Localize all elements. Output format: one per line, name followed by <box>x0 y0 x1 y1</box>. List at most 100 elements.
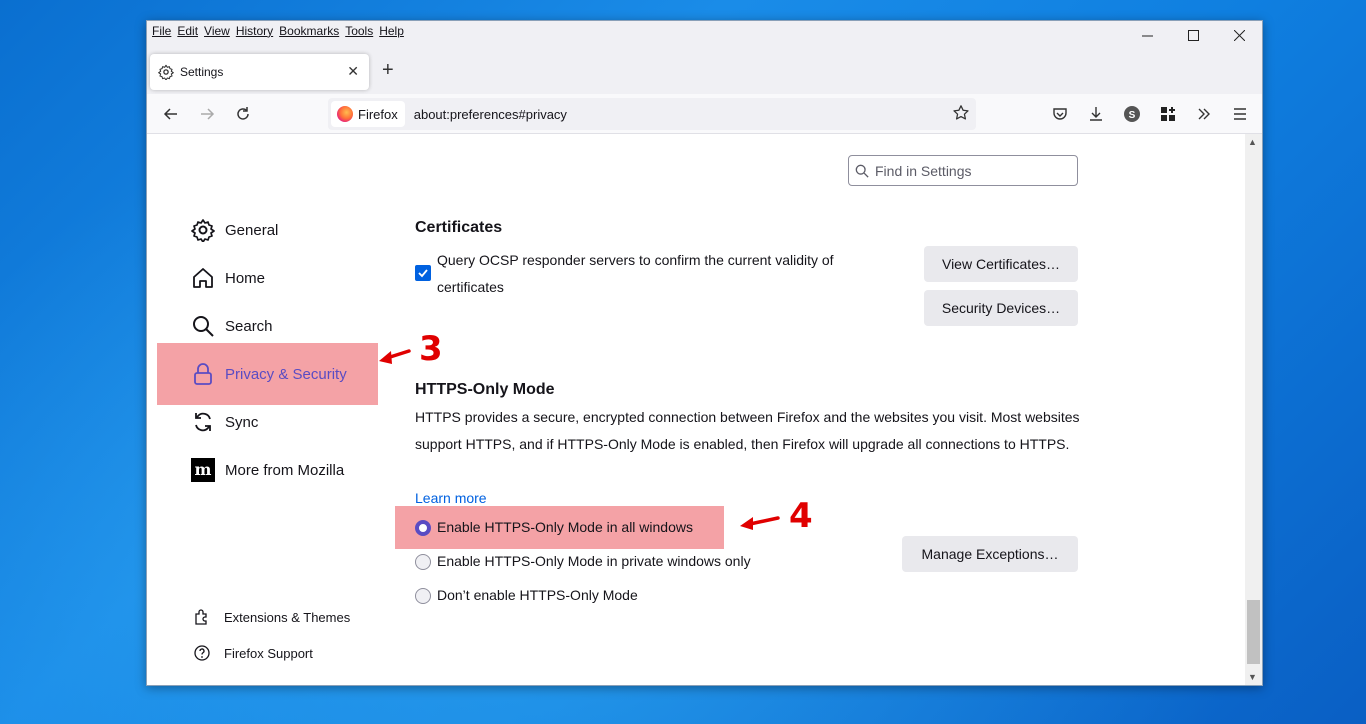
sync-icon <box>191 410 215 434</box>
annotation-number-3: 3 <box>419 329 443 369</box>
menu-file[interactable]: File <box>152 24 177 38</box>
menu-bookmarks[interactable]: Bookmarks <box>279 24 345 38</box>
search-placeholder: Find in Settings <box>875 162 972 179</box>
close-tab-icon[interactable]: ✕ <box>347 63 359 80</box>
forward-button[interactable] <box>195 102 219 126</box>
sidebar-item-label: More from Mozilla <box>225 461 345 479</box>
https-only-description: HTTPS provides a secure, encrypted conne… <box>415 409 1080 452</box>
mozilla-icon: m <box>191 458 215 482</box>
new-tab-button[interactable]: + <box>382 59 394 82</box>
account-avatar-icon: S <box>1124 106 1140 122</box>
https-only-heading: HTTPS-Only Mode <box>415 381 555 398</box>
radio-https-all-windows[interactable] <box>415 520 431 536</box>
svg-text:m: m <box>195 460 212 479</box>
bookmark-star-button[interactable] <box>952 104 970 127</box>
extensions-grid-icon <box>1161 107 1175 121</box>
find-in-settings-input[interactable]: Find in Settings <box>848 155 1078 186</box>
sidebar-item-search[interactable]: Search <box>191 314 273 338</box>
sidebar-item-sync[interactable]: Sync <box>191 410 258 434</box>
search-icon <box>855 164 869 178</box>
sidebar-item-mozilla[interactable]: m More from Mozilla <box>191 458 344 482</box>
account-button[interactable]: S <box>1120 102 1144 126</box>
firefox-window: File Edit View History Bookmarks Tools H… <box>146 20 1263 686</box>
gear-icon <box>191 218 215 242</box>
sidebar-item-label: Sync <box>225 413 259 431</box>
url-bar[interactable]: Firefox about:preferences#privacy <box>328 98 976 130</box>
menu-view[interactable]: View <box>204 24 236 38</box>
security-devices-button[interactable]: Security Devices… <box>924 290 1078 326</box>
window-controls <box>1124 21 1262 50</box>
certificates-heading: Certificates <box>415 219 503 236</box>
firefox-logo-icon <box>337 106 353 122</box>
tab-title: Settings <box>180 65 224 79</box>
arrow-left-icon <box>163 108 177 120</box>
preferences-content: Find in Settings General Home Search Pri… <box>147 134 1247 685</box>
navigation-bar: Firefox about:preferences#privacy S <box>147 94 1262 134</box>
app-menu-button[interactable] <box>1228 102 1252 126</box>
extensions-themes-link[interactable]: Extensions & Themes <box>193 608 350 626</box>
tab-settings[interactable]: Settings ✕ <box>150 54 369 90</box>
overflow-button[interactable] <box>1192 102 1216 126</box>
title-bar: File Edit View History Bookmarks Tools H… <box>147 21 1262 50</box>
sidebar-item-label: Home <box>225 269 266 287</box>
radio-https-disabled[interactable] <box>415 588 431 604</box>
toolbar-icons: S <box>1048 102 1252 126</box>
scroll-thumb[interactable] <box>1247 600 1260 664</box>
download-icon <box>1090 107 1102 121</box>
pocket-icon <box>1053 108 1067 120</box>
pocket-button[interactable] <box>1048 102 1072 126</box>
menu-edit[interactable]: Edit <box>177 24 204 38</box>
scroll-up-icon[interactable]: ▲ <box>1248 137 1257 147</box>
chevron-double-right-icon <box>1198 108 1210 120</box>
menu-help[interactable]: Help <box>379 24 410 38</box>
firefox-support-label: Firefox Support <box>224 645 313 661</box>
sidebar-item-label: General <box>225 221 279 239</box>
annotation-arrow-4 <box>740 516 780 530</box>
menu-history[interactable]: History <box>236 24 279 38</box>
hamburger-menu-icon <box>1234 108 1246 120</box>
sidebar-item-privacy[interactable]: Privacy & Security <box>191 362 347 386</box>
sidebar-item-label: Search <box>225 317 273 335</box>
radio-label-disabled[interactable]: Don’t enable HTTPS-Only Mode <box>437 587 638 603</box>
identity-label: Firefox <box>358 106 398 122</box>
view-certificates-button[interactable]: View Certificates… <box>924 246 1078 282</box>
back-button[interactable] <box>159 102 183 126</box>
minimize-button[interactable] <box>1124 21 1170 50</box>
close-icon <box>1233 30 1245 41</box>
arrow-right-icon <box>201 108 215 120</box>
minimize-icon <box>1141 35 1153 37</box>
sidebar-item-home[interactable]: Home <box>191 266 265 290</box>
maximize-button[interactable] <box>1170 21 1216 50</box>
radio-label-private-only[interactable]: Enable HTTPS-Only Mode in private window… <box>437 553 751 569</box>
sidebar-item-general[interactable]: General <box>191 218 278 242</box>
reload-icon <box>237 107 249 120</box>
identity-box[interactable]: Firefox <box>331 101 405 127</box>
learn-more-link[interactable]: Learn more <box>415 490 487 506</box>
checkmark-icon <box>418 269 428 278</box>
annotation-arrow-3 <box>379 349 411 364</box>
ocsp-label: Query OCSP responder servers to confirm … <box>437 252 834 295</box>
menu-bar: File Edit View History Bookmarks Tools H… <box>152 24 410 38</box>
radio-https-private-only[interactable] <box>415 554 431 570</box>
manage-exceptions-button[interactable]: Manage Exceptions… <box>902 536 1078 572</box>
reload-button[interactable] <box>231 102 255 126</box>
firefox-support-link[interactable]: Firefox Support <box>193 644 313 662</box>
radio-label-all-windows[interactable]: Enable HTTPS-Only Mode in all windows <box>437 519 693 535</box>
maximize-icon <box>1187 30 1199 41</box>
vertical-scrollbar[interactable]: ▲ ▼ <box>1245 134 1262 685</box>
close-window-button[interactable] <box>1216 21 1262 50</box>
scroll-down-icon[interactable]: ▼ <box>1248 672 1257 682</box>
gear-icon <box>158 64 174 80</box>
tab-strip: Settings ✕ + <box>147 50 1262 94</box>
downloads-button[interactable] <box>1084 102 1108 126</box>
star-icon <box>953 105 969 120</box>
search-icon <box>191 314 215 338</box>
ocsp-checkbox[interactable] <box>415 265 431 281</box>
puzzle-icon <box>193 608 211 626</box>
menu-tools[interactable]: Tools <box>345 24 379 38</box>
extensions-themes-label: Extensions & Themes <box>224 609 351 625</box>
help-icon <box>193 644 211 662</box>
url-text[interactable]: about:preferences#privacy <box>414 107 567 122</box>
extensions-button[interactable] <box>1156 102 1180 126</box>
lock-icon <box>191 362 215 386</box>
